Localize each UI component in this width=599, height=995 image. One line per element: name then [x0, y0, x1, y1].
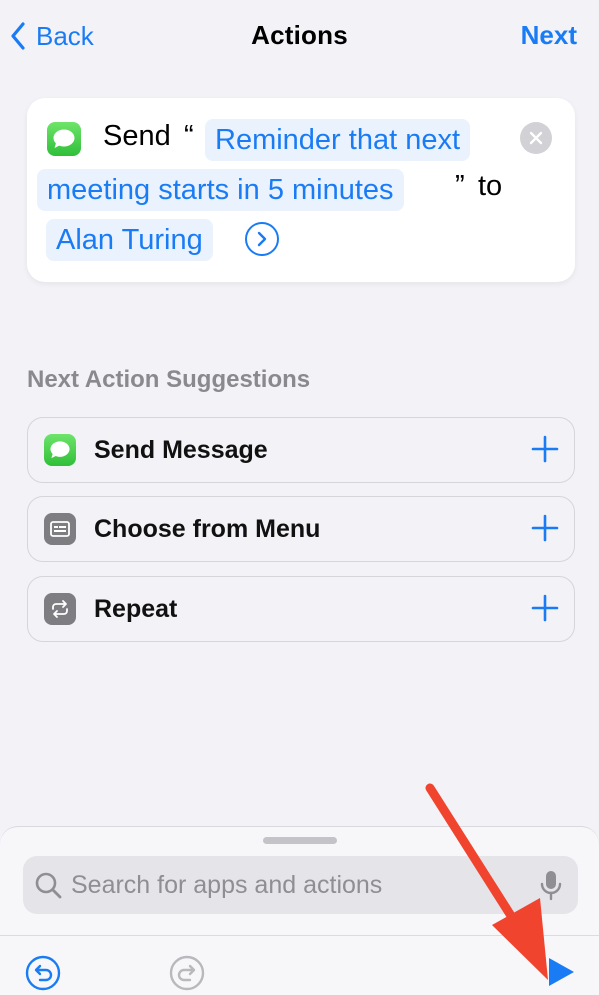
messages-icon — [44, 434, 76, 466]
toolbar-divider — [0, 935, 599, 936]
repeat-icon — [44, 593, 76, 625]
to-word: to — [478, 170, 503, 202]
chevron-right-icon — [257, 231, 267, 247]
redo-icon[interactable] — [169, 955, 205, 991]
send-message-action-card: Send “ Reminder that next meeting starts… — [27, 98, 575, 282]
page-title: Actions — [251, 20, 348, 50]
plus-icon[interactable] — [530, 434, 560, 464]
suggestion-choose-from-menu[interactable]: Choose from Menu — [27, 496, 575, 562]
suggestion-label: Repeat — [94, 595, 178, 623]
recipient-token[interactable]: Alan Turing — [46, 219, 213, 261]
menu-icon — [44, 513, 76, 545]
play-icon[interactable] — [543, 955, 577, 989]
open-quote: “ — [184, 120, 194, 152]
close-quote: ” — [455, 170, 465, 202]
actions-search-sheet — [0, 826, 599, 995]
plus-icon[interactable] — [530, 593, 560, 623]
microphone-icon[interactable] — [538, 869, 564, 901]
suggestion-label: Send Message — [94, 436, 268, 464]
search-field[interactable] — [23, 856, 578, 914]
messages-icon — [47, 122, 81, 156]
search-input[interactable] — [71, 856, 521, 914]
message-text-token-line2[interactable]: meeting starts in 5 minutes — [37, 169, 404, 211]
suggestion-label: Choose from Menu — [94, 515, 321, 543]
search-icon — [35, 872, 62, 899]
message-text-token-line1[interactable]: Reminder that next — [205, 119, 471, 161]
close-icon — [529, 131, 543, 145]
suggestion-repeat[interactable]: Repeat — [27, 576, 575, 642]
next-button[interactable]: Next — [521, 20, 577, 51]
send-verb: Send — [103, 120, 171, 152]
sheet-grabber[interactable] — [263, 837, 337, 844]
expand-chevron-button[interactable] — [245, 222, 279, 256]
suggestion-send-message[interactable]: Send Message — [27, 417, 575, 483]
remove-action-button[interactable] — [520, 122, 552, 154]
navigation-bar: Back Actions Next — [0, 0, 599, 74]
undo-icon[interactable] — [25, 955, 61, 991]
suggestions-header: Next Action Suggestions — [27, 366, 311, 393]
plus-icon[interactable] — [530, 513, 560, 543]
